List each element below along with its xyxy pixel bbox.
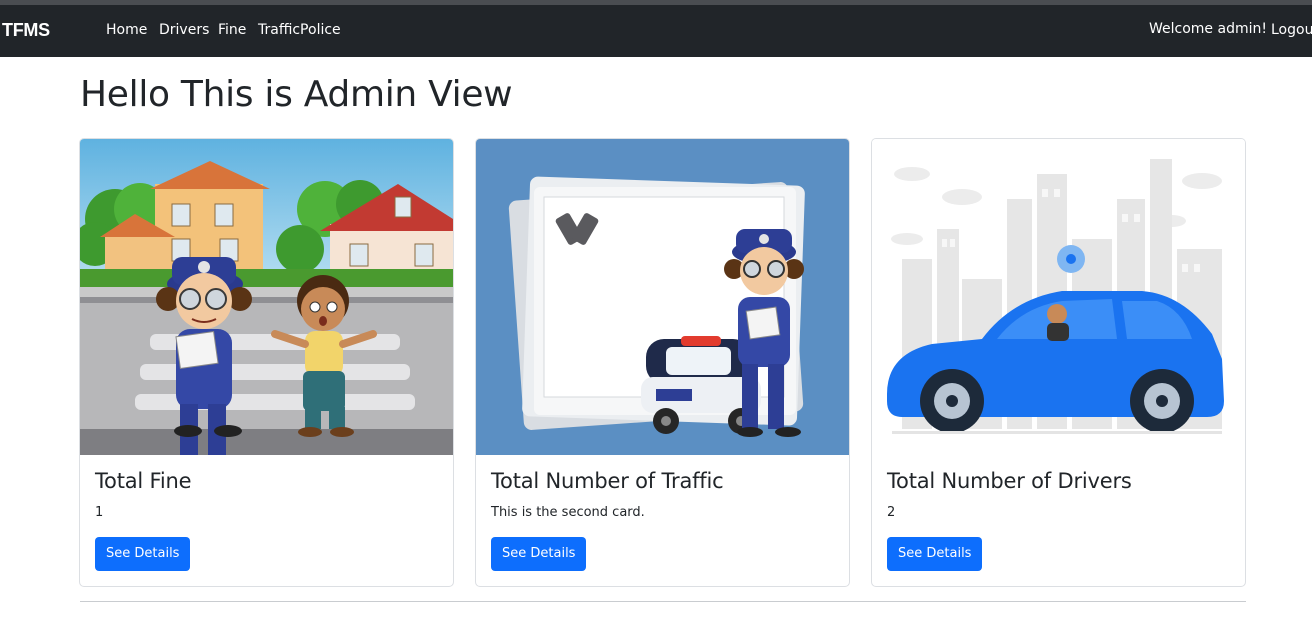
- nav-link-trafficpolice[interactable]: TrafficPolice: [258, 22, 341, 38]
- card-title: Total Fine: [95, 469, 192, 493]
- card-total-drivers: Total Number of Drivers 2 See Details: [871, 138, 1246, 587]
- see-details-button[interactable]: See Details: [491, 537, 587, 571]
- card-image-blue-car: [872, 139, 1245, 455]
- divider: [80, 601, 1246, 602]
- card-total-fine: Total Fine 1 See Details: [79, 138, 454, 587]
- card-image-police-car: [476, 139, 849, 455]
- card-value: 1: [95, 505, 104, 520]
- card-title: Total Number of Drivers: [887, 469, 1132, 493]
- nav-link-fine[interactable]: Fine: [218, 22, 246, 38]
- brand-logo[interactable]: TFMS: [2, 20, 50, 41]
- page-title: Hello This is Admin View: [80, 74, 513, 115]
- welcome-text: Welcome admin!: [1149, 21, 1267, 37]
- see-details-button[interactable]: See Details: [95, 537, 191, 571]
- nav-link-home[interactable]: Home: [106, 22, 147, 38]
- see-details-button[interactable]: See Details: [887, 537, 983, 571]
- card-title: Total Number of Traffic: [491, 469, 724, 493]
- logout-link[interactable]: Logout: [1271, 22, 1312, 38]
- card-image-police-street: [80, 139, 453, 455]
- navbar: TFMS Home Drivers Fine TrafficPolice Wel…: [0, 5, 1312, 57]
- card-text: This is the second card.: [491, 505, 645, 520]
- nav-link-drivers[interactable]: Drivers: [159, 22, 209, 38]
- card-value: 2: [887, 505, 896, 520]
- card-total-traffic: Total Number of Traffic This is the seco…: [475, 138, 850, 587]
